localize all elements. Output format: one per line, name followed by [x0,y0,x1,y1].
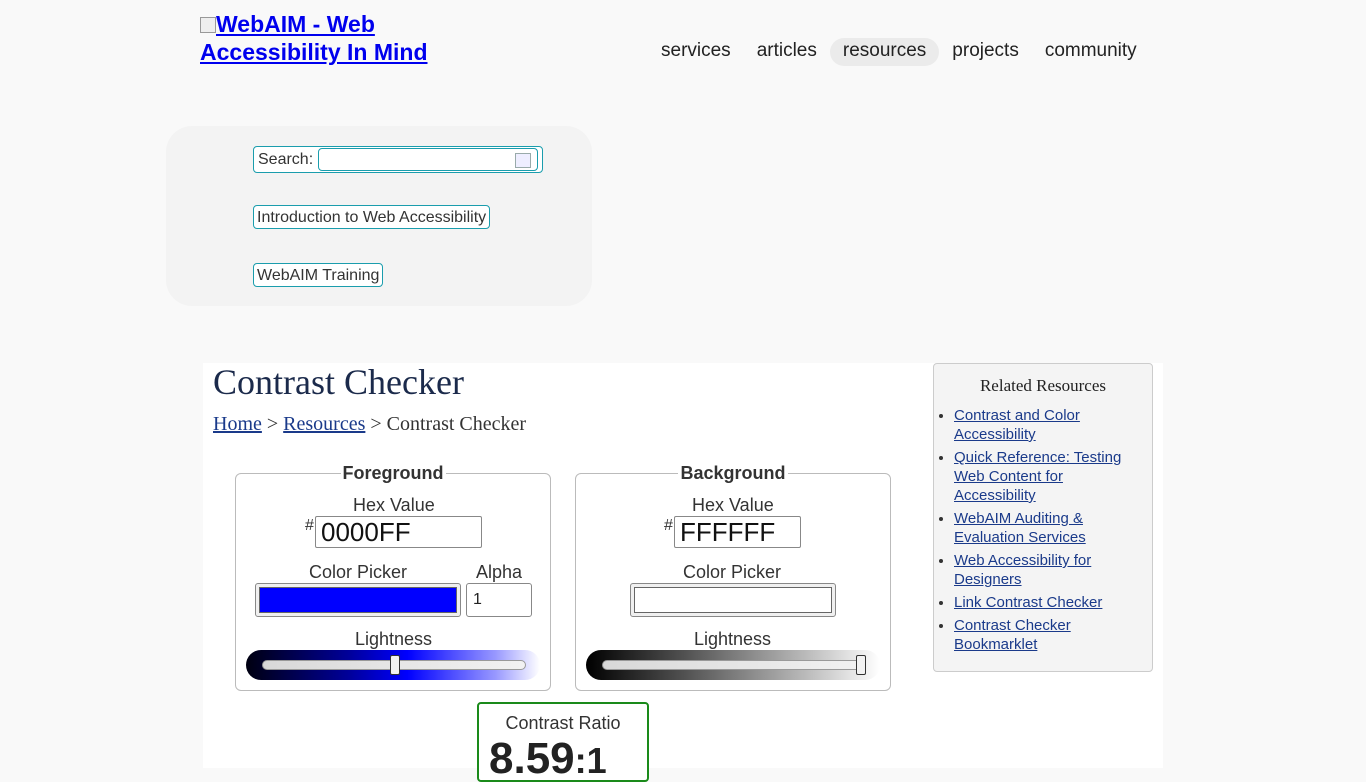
nav-projects[interactable]: projects [939,38,1032,66]
intro-web-accessibility-link[interactable]: Introduction to Web Accessibility [253,205,491,229]
contrast-ratio-number: 8.59 [489,734,575,782]
fg-hex-label: Hex Value [353,495,435,515]
fg-hex-input[interactable]: 0000FF [315,516,482,548]
bg-hash: # [664,517,673,534]
breadcrumb-current: Contrast Checker [386,413,527,435]
logo-alt-text: WebAIM - Web Accessibility In Mind [200,11,428,65]
nav-community[interactable]: community [1032,38,1150,66]
breadcrumb: Home > Resources > Contrast Checker [213,413,526,436]
fg-hash: # [305,517,314,534]
webaim-training-link[interactable]: WebAIM Training [253,263,384,287]
fg-color-swatch [259,587,457,613]
nav-articles[interactable]: articles [744,38,830,66]
foreground-legend: Foreground [342,463,444,483]
bg-hex-input[interactable]: FFFFFF [674,516,801,548]
fg-alpha-label: Alpha [476,562,523,582]
background-legend: Background [680,463,786,483]
related-resources-list: Contrast and Color Accessibility Quick R… [934,406,1134,658]
bg-color-picker-label: Color Picker [683,562,782,582]
list-item: Web Accessibility for Designers [954,551,1134,589]
fg-color-picker[interactable] [255,583,461,617]
breadcrumb-resources[interactable]: Resources [283,413,365,435]
broken-image-icon [200,17,216,33]
bg-color-picker[interactable] [630,583,836,617]
list-item: Contrast Checker Bookmarklet [954,616,1134,654]
fg-color-picker-label: Color Picker [309,562,408,582]
bg-lightness-label: Lightness [694,629,772,649]
bg-color-swatch [634,587,832,613]
list-item: Quick Reference: Testing Web Content for… [954,448,1134,505]
page-title: Contrast Checker [213,362,464,402]
related-resources: Related Resources Contrast and Color Acc… [933,363,1153,672]
fg-lightness-label: Lightness [355,629,433,649]
related-link[interactable]: Web Accessibility for Designers [954,552,1091,588]
search-form: Search: [253,146,543,173]
search-input[interactable] [318,148,539,171]
contrast-ratio-label: Contrast Ratio [505,713,621,733]
bg-lightness-slider[interactable] [602,660,866,670]
bg-hex-label: Hex Value [692,495,774,515]
breadcrumb-separator: > [266,413,279,435]
bg-lightness-thumb[interactable] [856,655,866,675]
breadcrumb-separator: > [370,413,382,435]
contrast-ratio-box: Contrast Ratio 8.59:1 [477,702,649,782]
related-link[interactable]: WebAIM Auditing & Evaluation Services [954,510,1086,546]
contrast-ratio-suffix: :1 [574,740,607,781]
list-item: Link Contrast Checker [954,593,1134,612]
main-nav: services articles resources projects com… [648,38,1150,66]
related-link[interactable]: Contrast and Color Accessibility [954,407,1080,443]
related-link[interactable]: Quick Reference: Testing Web Content for… [954,449,1121,504]
related-link[interactable]: Link Contrast Checker [954,594,1102,611]
nav-resources[interactable]: resources [829,38,940,66]
related-link[interactable]: Contrast Checker Bookmarklet [954,617,1071,653]
breadcrumb-home[interactable]: Home [213,413,262,435]
nav-services[interactable]: services [648,38,744,66]
contrast-ratio-value: 8.59:1 [489,734,607,782]
related-resources-title: Related Resources [979,376,1107,395]
fg-lightness-thumb[interactable] [390,655,400,675]
search-submit-icon[interactable] [515,153,532,168]
site-logo[interactable]: WebAIM - Web Accessibility In Mind [200,10,460,66]
fg-alpha-input[interactable]: 1 [466,583,532,617]
search-label: Search: [258,150,314,168]
list-item: WebAIM Auditing & Evaluation Services [954,509,1134,547]
list-item: Contrast and Color Accessibility [954,406,1134,444]
